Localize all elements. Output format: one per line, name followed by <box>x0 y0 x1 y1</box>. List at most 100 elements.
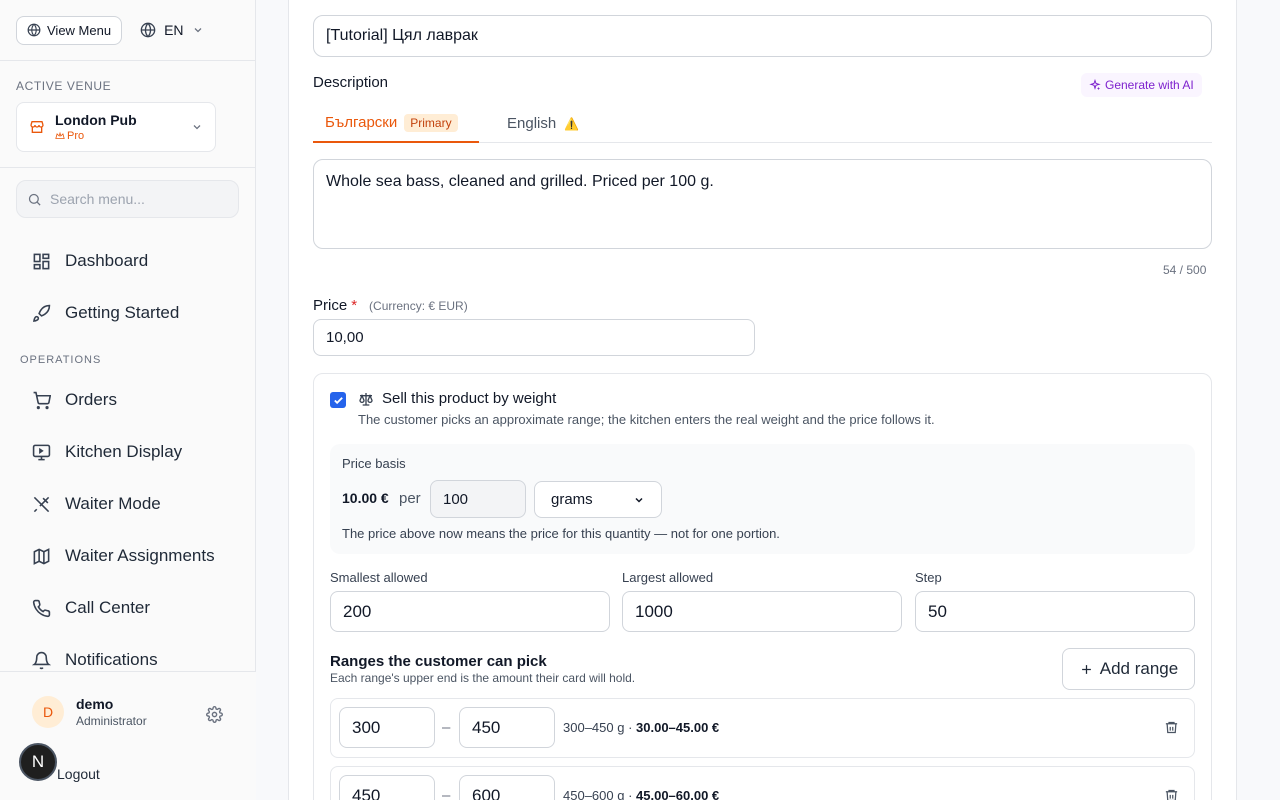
nav-item-kitchen-display[interactable]: Kitchen Display <box>32 442 182 462</box>
globe-icon <box>140 22 156 38</box>
tab-label: English <box>507 115 557 132</box>
add-range-button[interactable]: Add range <box>1062 648 1195 690</box>
store-icon <box>30 121 44 133</box>
tab-english[interactable]: English ⚠️ <box>507 104 579 143</box>
active-venue-label: ACTIVE VENUE <box>16 79 112 93</box>
largest-allowed-input[interactable]: 1000 <box>622 591 902 632</box>
crown-icon <box>55 131 65 139</box>
add-range-label: Add range <box>1099 659 1179 678</box>
range-from-input[interactable]: 300 <box>339 707 435 748</box>
range-to-input[interactable]: 600 <box>459 775 555 800</box>
user-name: demo <box>76 696 114 712</box>
bell-icon <box>32 651 51 669</box>
check-icon <box>333 396 343 404</box>
generate-ai-button[interactable]: Generate with AI <box>1081 73 1202 97</box>
chevron-down-icon <box>635 497 643 503</box>
main-content: [Tutorial] Цял лаврак Description Genera… <box>256 0 1280 800</box>
nav-item-call-center[interactable]: Call Center <box>32 598 150 618</box>
range-dash: – <box>442 719 451 736</box>
product-name-input[interactable]: [Tutorial] Цял лаврак <box>313 15 1212 57</box>
price-label: Price * (Currency: € EUR) <box>313 297 468 314</box>
sell-title-text: Sell this product by weight <box>382 390 557 407</box>
sidebar-top-bar: View Menu EN <box>0 0 255 61</box>
basis-quantity-input[interactable]: 100 <box>430 480 526 518</box>
tab-bulgarian[interactable]: Български Primary <box>313 104 479 143</box>
search-input[interactable]: Search menu... <box>16 180 239 218</box>
warning-icon: ⚠️ <box>564 116 580 131</box>
per-label: per <box>399 490 421 507</box>
generate-ai-label: Generate with AI <box>1105 78 1194 92</box>
search-placeholder: Search menu... <box>50 191 145 207</box>
monitor-icon <box>32 444 51 460</box>
sell-by-weight-subtitle: The customer picks an approximate range;… <box>358 412 935 427</box>
venue-selector[interactable]: London Pub Pro <box>16 102 216 152</box>
sell-by-weight-checkbox[interactable] <box>330 392 346 408</box>
user-role: Administrator <box>76 714 147 728</box>
step-label: Step <box>915 570 942 585</box>
range-dash: – <box>442 787 451 800</box>
language-selector[interactable]: EN <box>140 22 203 38</box>
gear-icon[interactable] <box>206 706 223 723</box>
largest-allowed-label: Largest allowed <box>622 570 714 585</box>
nav-label: Dashboard <box>65 251 149 270</box>
venue-tier-label: Pro <box>67 130 85 142</box>
nav-item-waiter-mode[interactable]: Waiter Mode <box>32 494 161 514</box>
utensils-icon <box>33 496 50 512</box>
view-menu-label: View Menu <box>47 22 112 38</box>
nav-label: Call Center <box>65 598 151 617</box>
chevron-down-icon <box>193 125 201 130</box>
logout-button[interactable]: Logout <box>57 766 100 782</box>
ranges-subtitle: Each range's upper end is the amount the… <box>330 671 636 685</box>
nav-item-getting-started[interactable]: Getting Started <box>32 303 179 323</box>
price-basis-label: Price basis <box>342 456 406 471</box>
range-to-input[interactable]: 450 <box>459 707 555 748</box>
nav-item-dashboard[interactable]: Dashboard <box>32 251 148 271</box>
smallest-allowed-label: Smallest allowed <box>330 570 428 585</box>
chevron-down-icon <box>194 28 201 33</box>
nav-label: Kitchen Display <box>65 442 183 461</box>
venue-name: London Pub <box>55 112 137 128</box>
cart-icon <box>33 391 51 409</box>
nav-label: Orders <box>65 390 117 409</box>
range-summary-text: 450–600 g · <box>563 788 637 800</box>
tab-label: Български <box>325 114 398 131</box>
rocket-icon <box>33 304 51 322</box>
nav-item-orders[interactable]: Orders <box>32 390 117 410</box>
price-input[interactable]: 10,00 <box>313 319 755 356</box>
unit-selected-value: grams <box>551 491 593 508</box>
venue-info: London Pub Pro <box>55 112 137 142</box>
nav-item-waiter-assignments[interactable]: Waiter Assignments <box>32 546 215 566</box>
currency-note: (Currency: € EUR) <box>369 299 468 313</box>
view-menu-button[interactable]: View Menu <box>16 15 123 45</box>
range-summary-text: 300–450 g · <box>563 720 637 735</box>
n-badge[interactable]: N <box>19 743 57 781</box>
user-info: D demo Administrator <box>32 696 147 728</box>
step-input[interactable]: 50 <box>915 591 1195 632</box>
search-icon <box>28 193 41 206</box>
range-summary: 450–600 g · 45.00–60.00 € <box>563 788 719 800</box>
basis-unit-select[interactable]: grams <box>534 481 662 518</box>
map-icon <box>33 547 50 565</box>
nav-label: Waiter Assignments <box>65 546 215 565</box>
nav-label: Notifications <box>65 650 158 669</box>
nav-item-notifications[interactable]: Notifications <box>32 650 158 670</box>
price-label-text: Price <box>313 297 348 314</box>
sparkles-icon <box>1089 79 1101 90</box>
description-textarea[interactable]: Whole sea bass, cleaned and grilled. Pri… <box>313 159 1212 249</box>
sidebar: View Menu EN ACTIVE VENUE London Pub Pro… <box>0 0 256 800</box>
nav-label: Waiter Mode <box>65 494 161 513</box>
trash-icon[interactable] <box>1164 720 1179 735</box>
dashboard-icon <box>33 253 50 269</box>
language-label: EN <box>164 22 184 38</box>
smallest-allowed-input[interactable]: 200 <box>330 591 610 632</box>
venue-section: ACTIVE VENUE London Pub Pro <box>0 61 255 168</box>
sell-by-weight-title: Sell this product by weight <box>358 390 556 407</box>
scale-icon <box>359 392 373 406</box>
range-from-input[interactable]: 450 <box>339 775 435 800</box>
description-label: Description <box>313 74 389 91</box>
language-tabs: Български Primary English ⚠️ <box>313 104 1212 143</box>
ranges-title: Ranges the customer can pick <box>330 653 547 670</box>
globe-icon <box>27 23 41 37</box>
trash-icon[interactable] <box>1164 788 1179 800</box>
avatar: D <box>32 696 64 728</box>
